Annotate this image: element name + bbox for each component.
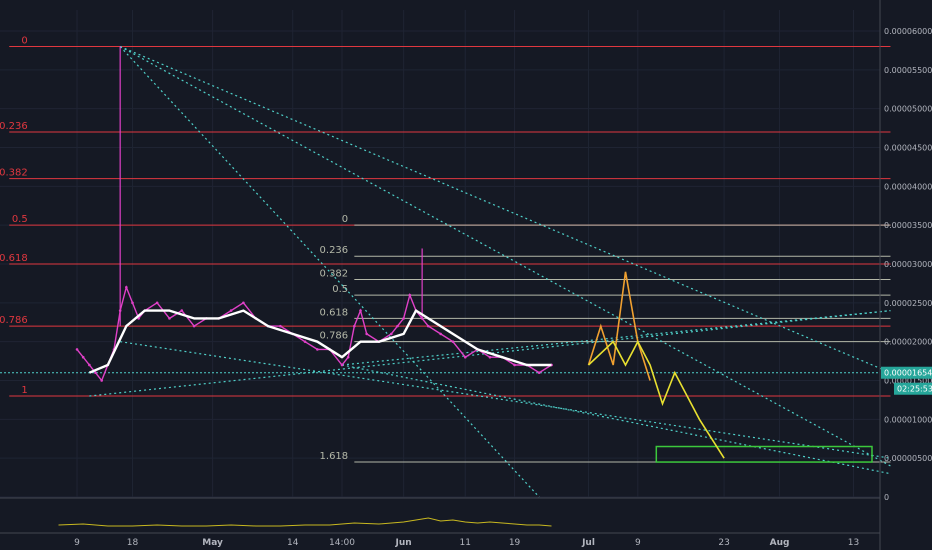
fib-level-label: 1 xyxy=(21,385,27,396)
price-point xyxy=(340,363,344,367)
fib-level-label: 0.236 xyxy=(320,245,349,256)
x-tick-label: Jun xyxy=(395,538,412,548)
fib-level-label: 0.618 xyxy=(320,307,349,318)
y-tick-label: 0.00003000 xyxy=(884,260,932,269)
fib-level-label: 0.236 xyxy=(0,121,28,132)
price-point xyxy=(118,309,122,312)
fib-level-label: 0.786 xyxy=(320,331,349,342)
price-point xyxy=(94,371,97,375)
price-point xyxy=(229,309,233,312)
price-point xyxy=(402,317,405,320)
price-point xyxy=(125,286,128,289)
x-tick-label: 18 xyxy=(127,538,139,548)
fib-level-label: 0.5 xyxy=(12,214,28,225)
y-tick-label: 0.00006000 xyxy=(884,27,932,36)
price-point xyxy=(131,301,134,305)
fib-level-label: 1.618 xyxy=(320,451,349,462)
fib-level-label: 0.382 xyxy=(320,269,349,280)
y-tick-label: 0.00002500 xyxy=(884,299,932,308)
y-tick-label: 0.00005000 xyxy=(884,105,932,114)
countdown-label: 02:25:53 xyxy=(897,385,932,394)
fib-level-label: 0 xyxy=(342,214,348,225)
price-point xyxy=(192,324,196,328)
price-point xyxy=(488,355,492,359)
price-chart[interactable]: 00.2360.3820.50.6180.786100.2360.3820.50… xyxy=(0,0,932,550)
price-point xyxy=(390,332,393,336)
price-point xyxy=(426,324,430,328)
y-tick-label: 0.00003500 xyxy=(884,221,932,230)
y-tick-label: 0.00004500 xyxy=(884,144,932,153)
price-point xyxy=(88,363,91,367)
x-tick-label: Aug xyxy=(770,538,790,548)
price-point xyxy=(537,371,541,375)
y-tick-label: 0.00004000 xyxy=(884,182,932,191)
y-tick-label: 0 xyxy=(884,493,889,502)
x-tick-label: 19 xyxy=(509,538,521,548)
x-tick-label: Jul xyxy=(581,538,595,548)
price-point xyxy=(279,324,282,328)
price-point xyxy=(75,348,79,351)
price-point xyxy=(420,317,424,320)
x-tick-label: 9 xyxy=(74,538,80,548)
y-tick-label: 0.00000500 xyxy=(884,454,932,463)
price-point xyxy=(303,340,307,343)
x-tick-label: May xyxy=(202,538,223,548)
price-point xyxy=(451,340,455,343)
price-point xyxy=(346,355,350,359)
fib-level-label: 0 xyxy=(21,36,27,47)
x-tick-label: 14 xyxy=(287,538,299,548)
y-tick-label: 0.00001000 xyxy=(884,415,932,424)
price-point xyxy=(242,301,245,305)
x-tick-label: 23 xyxy=(718,538,729,548)
chart-root: 0 0.236 0.382 0.5 0.618 0.786 1 0 0.236 0.382 0.5 0… xyxy=(0,0,932,550)
x-tick-label: 14:00 xyxy=(329,538,355,548)
price-point xyxy=(168,317,171,320)
fib-level-label: 0.382 xyxy=(0,168,28,179)
x-tick-label: 13 xyxy=(848,538,859,548)
price-point xyxy=(353,324,356,328)
chart-background xyxy=(0,0,932,550)
price-point xyxy=(316,348,319,351)
price-point xyxy=(439,332,442,336)
price-point xyxy=(359,309,362,312)
price-point xyxy=(396,324,399,328)
fib-level-label: 0.618 xyxy=(0,253,28,264)
price-point xyxy=(513,363,516,367)
current-price-label: 0.00001654 xyxy=(884,369,932,378)
x-tick-label: 11 xyxy=(460,538,471,548)
price-point xyxy=(81,355,85,359)
price-point xyxy=(100,379,103,382)
price-point xyxy=(408,293,412,297)
x-tick-label: 9 xyxy=(635,538,641,548)
price-point xyxy=(155,301,159,305)
y-tick-label: 0.00002000 xyxy=(884,338,932,347)
price-point xyxy=(365,332,368,336)
price-point xyxy=(180,309,184,312)
price-point xyxy=(463,355,467,359)
y-tick-label: 0.00005500 xyxy=(884,66,932,75)
fib-level-label: 0.786 xyxy=(0,315,28,326)
